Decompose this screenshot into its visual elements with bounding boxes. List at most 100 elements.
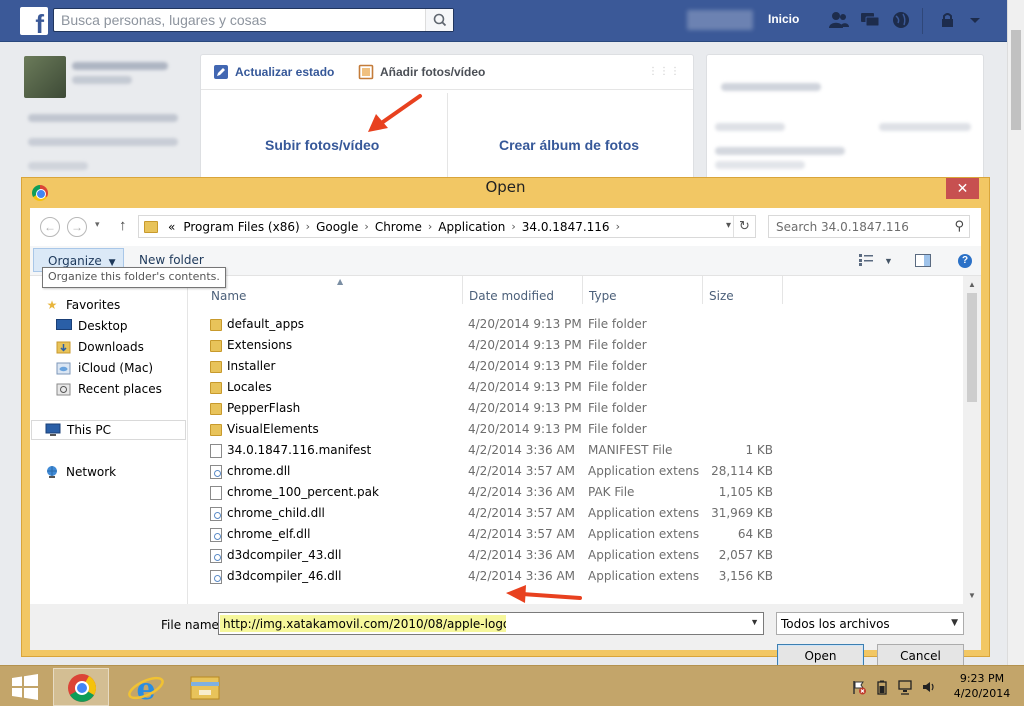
file-row[interactable]: default_apps 4/20/2014 9:13 PM File folder [195, 314, 963, 335]
folder-search[interactable]: ⚲ [768, 215, 970, 238]
forward-button[interactable]: → [67, 217, 87, 237]
file-row[interactable]: Locales 4/20/2014 9:13 PM File folder [195, 377, 963, 398]
breadcrumb-program-files[interactable]: Program Files (x86) [179, 220, 303, 234]
address-dropdown-icon[interactable]: ▾ [726, 220, 731, 231]
network-tray-icon[interactable] [897, 679, 913, 695]
file-row[interactable]: d3dcompiler_43.dll 4/2/2014 3:36 AM Applic… [195, 545, 963, 566]
tab-add-photos[interactable]: Añadir fotos/vídeo [358, 64, 485, 80]
scrollbar-thumb[interactable] [967, 293, 977, 402]
breadcrumb-chevron-icon[interactable]: › [614, 220, 622, 233]
battery-icon[interactable] [874, 679, 890, 695]
upload-photos-link[interactable]: Subir fotos/vídeo [265, 137, 379, 153]
system-clock[interactable]: 9:23 PM 4/20/2014 [948, 671, 1016, 701]
create-album-link[interactable]: Crear álbum de fotos [499, 137, 639, 153]
breadcrumb-chevron-icon[interactable]: › [509, 220, 517, 233]
facebook-search-input[interactable] [54, 9, 424, 31]
change-view-icon[interactable] [859, 254, 875, 269]
nav-downloads[interactable]: Downloads [56, 337, 211, 357]
avatar[interactable] [24, 56, 66, 98]
navigation-bar: ← → ▾ ↑ « Program Files (x86) › Google ›… [30, 208, 981, 246]
file-row[interactable]: 34.0.1847.116.manifest 4/2/2014 3:36 AM MA… [195, 440, 963, 461]
facebook-logo[interactable]: f [20, 7, 48, 35]
nav-icloud[interactable]: iCloud (Mac) [56, 358, 211, 378]
file-type: Application extens... [588, 527, 700, 541]
nav-network[interactable]: Network [44, 462, 199, 482]
recent-locations-dropdown-icon[interactable]: ▾ [95, 219, 100, 230]
settings-chevron-down-icon[interactable] [964, 10, 986, 30]
new-folder-button[interactable]: New folder [139, 253, 204, 267]
file-row[interactable]: chrome_child.dll 4/2/2014 3:57 AM Applicat… [195, 503, 963, 524]
start-button[interactable] [10, 674, 40, 700]
breadcrumb-chevron-icon[interactable]: › [304, 220, 312, 233]
file-row[interactable]: PepperFlash 4/20/2014 9:13 PM File folder [195, 398, 963, 419]
scroll-down-arrow-icon[interactable]: ▼ [963, 587, 981, 604]
file-row[interactable]: Extensions 4/20/2014 9:13 PM File folder [195, 335, 963, 356]
sidebar-item-messages[interactable] [28, 138, 178, 146]
file-type-select[interactable]: Todos los archivos ▼ [776, 612, 964, 635]
file-date-modified: 4/2/2014 3:57 AM [468, 464, 576, 478]
facebook-search-button[interactable] [425, 9, 453, 31]
column-header-date[interactable]: Date modified [463, 276, 583, 304]
breadcrumb-chevron-icon[interactable]: › [426, 220, 434, 233]
up-arrow-icon[interactable]: ↑ [119, 217, 127, 234]
refresh-icon[interactable]: ↻ [733, 216, 755, 237]
column-header-name[interactable]: Name ▲ [205, 276, 463, 304]
volume-icon[interactable] [921, 679, 937, 695]
close-button[interactable]: ✕ [946, 178, 979, 199]
desktop-icon [56, 319, 72, 333]
breadcrumb-google[interactable]: Google [312, 220, 362, 234]
suggestions-blurred [715, 123, 785, 131]
events-blurred [721, 83, 821, 91]
facebook-search[interactable] [53, 8, 454, 32]
sidebar-item-photos[interactable] [28, 162, 88, 170]
file-row[interactable]: VisualElements 4/20/2014 9:13 PM File fold… [195, 419, 963, 440]
file-row[interactable]: chrome_100_percent.pak 4/2/2014 3:36 AM PA… [195, 482, 963, 503]
search-icon[interactable]: ⚲ [954, 218, 964, 234]
file-row[interactable]: Installer 4/20/2014 9:13 PM File folder [195, 356, 963, 377]
page-scrollbar[interactable] [1007, 0, 1024, 665]
privacy-lock-icon[interactable] [937, 10, 959, 30]
page-scrollbar-thumb[interactable] [1011, 30, 1021, 130]
composer-vertical-divider [447, 93, 448, 185]
nav-desktop[interactable]: Desktop [56, 316, 211, 336]
notifications-globe-icon[interactable] [890, 10, 912, 30]
scroll-up-arrow-icon[interactable]: ▲ [963, 276, 981, 293]
file-icon [210, 486, 222, 500]
breadcrumb-overflow[interactable]: « [164, 220, 179, 234]
home-link[interactable]: Inicio [768, 12, 799, 26]
taskbar-chrome[interactable] [53, 668, 109, 706]
file-name-input[interactable] [220, 615, 506, 632]
taskbar-file-explorer[interactable] [177, 668, 233, 706]
file-name-combobox[interactable]: ▼ [218, 612, 764, 635]
column-header-size[interactable]: Size [703, 276, 783, 304]
star-icon: ★ [46, 298, 58, 312]
tab-update-status[interactable]: Actualizar estado [213, 64, 334, 80]
breadcrumb-chrome[interactable]: Chrome [371, 220, 426, 234]
breadcrumb-version[interactable]: 34.0.1847.116 [518, 220, 614, 234]
column-header-type[interactable]: Type [583, 276, 703, 304]
file-list: Name ▲ Date modified Type Size default_a… [195, 276, 963, 604]
chevron-down-icon[interactable]: ▼ [750, 617, 759, 627]
action-center-flag-icon[interactable] [851, 679, 867, 695]
taskbar-internet-explorer[interactable]: e [118, 668, 174, 706]
nav-this-pc[interactable]: This PC [31, 420, 186, 440]
profile-name-blurred[interactable] [687, 10, 753, 30]
back-button[interactable]: ← [40, 217, 60, 237]
messages-icon[interactable] [859, 10, 881, 30]
view-options-chevron-icon[interactable]: ▼ [884, 256, 893, 266]
sidebar-item-news-feed[interactable] [28, 114, 178, 122]
file-row[interactable]: chrome_elf.dll 4/2/2014 3:57 AM Applicatio… [195, 524, 963, 545]
file-row[interactable]: d3dcompiler_46.dll 4/2/2014 3:36 AM Applic… [195, 566, 963, 587]
file-size: 31,969 KB [711, 506, 773, 520]
address-bar[interactable]: « Program Files (x86) › Google › Chrome … [138, 215, 756, 238]
nav-favorites[interactable]: ★ Favorites [44, 295, 199, 315]
friend-requests-icon[interactable] [828, 10, 850, 30]
file-row[interactable]: chrome.dll 4/2/2014 3:57 AM Application ex… [195, 461, 963, 482]
nav-recent-places[interactable]: Recent places [56, 379, 211, 399]
preview-pane-icon[interactable] [915, 254, 931, 270]
folder-search-input[interactable] [769, 216, 945, 237]
breadcrumb-chevron-icon[interactable]: › [362, 220, 370, 233]
help-icon[interactable]: ? [958, 254, 972, 268]
breadcrumb-application[interactable]: Application [434, 220, 509, 234]
file-list-scrollbar[interactable]: ▲ ▼ [963, 276, 981, 604]
